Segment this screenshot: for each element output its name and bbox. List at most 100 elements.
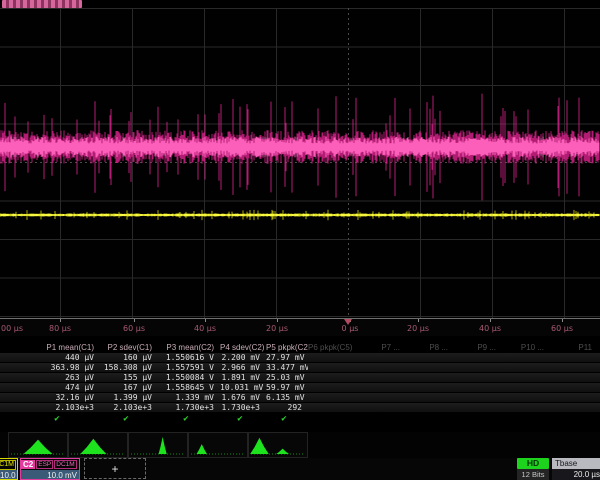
waveform-display[interactable] — [0, 8, 600, 318]
axis-tick — [60, 319, 61, 322]
measurement-value: 2.103e+3 — [100, 403, 158, 412]
measurement-value: 292 — [266, 403, 308, 412]
status-check-icon: ✔ — [100, 414, 158, 424]
axis-tick — [490, 319, 491, 322]
parameter-header[interactable]: P4 sdev(C2) — [220, 343, 266, 352]
cropped-label — [2, 0, 82, 8]
status-bar: DC1M 10.0 mV C2 ESP DC1M 10.0 mV + HD 12… — [0, 458, 600, 480]
measurement-table: P1 mean(C1)P2 sdev(C1)P3 mean(C2)P4 sdev… — [0, 341, 600, 425]
parameter-histicon[interactable] — [128, 432, 188, 458]
measurement-value: 1.550616 V — [158, 353, 220, 362]
c1-vertical-scale: 10.0 mV — [0, 470, 17, 480]
time-axis-label: 0 µs — [342, 324, 359, 333]
time-axis-label: 20 µs — [266, 324, 288, 333]
parameter-header[interactable]: P8 ... — [406, 343, 454, 352]
parameter-header[interactable]: P11 — [550, 343, 598, 352]
table-row: ✔✔✔✔✔ — [0, 413, 600, 425]
parameter-header[interactable]: P10 ... — [502, 343, 550, 352]
axis-tick — [277, 319, 278, 322]
table-row: 440 µV160 µV1.550616 V2.200 mV27.97 mV — [0, 353, 600, 362]
table-row: 2.103e+32.103e+31.730e+31.730e+3292 — [0, 403, 600, 412]
oscilloscope-screen: 00 µs 80 µs 60 µs 40 µs 20 µs 0 µs 20 µs 40 µs 6… — [0, 0, 600, 480]
measurement-value: 2.966 mV — [220, 363, 266, 372]
c2-coupling-tag: DC1M — [54, 460, 76, 470]
time-axis-label: 40 µs — [479, 324, 501, 333]
time-axis-label: 80 µs — [49, 324, 71, 333]
parameter-histicon[interactable] — [188, 432, 248, 458]
time-axis-label: 60 µs — [551, 324, 573, 333]
table-row: 363.98 µV158.308 µV1.557591 V2.966 mV33.… — [0, 363, 600, 372]
measurement-value: 1.730e+3 — [220, 403, 266, 412]
parameter-header[interactable]: P6 pkpk(C5) — [308, 343, 358, 352]
measurement-value: 33.477 mV — [266, 363, 308, 372]
timebase-descriptor[interactable]: Tbase 20.0 µs — [552, 458, 600, 480]
measurement-value: 1.891 mV — [220, 373, 266, 382]
measurement-value: 1.558645 V — [158, 383, 220, 392]
measurement-value: 160 µV — [100, 353, 158, 362]
channel-c2-descriptor[interactable]: C2 ESP DC1M 10.0 mV — [20, 458, 80, 480]
axis-tick — [205, 319, 206, 322]
add-trace-button[interactable]: + — [84, 458, 146, 479]
measurement-value: 1.557591 V — [158, 363, 220, 372]
c2-vertical-scale: 10.0 mV — [21, 470, 79, 480]
time-axis-label: 60 µs — [123, 324, 145, 333]
status-check-icon: ✔ — [20, 414, 100, 424]
histicon-strip — [0, 432, 600, 458]
time-axis-label: 00 µs — [1, 324, 23, 333]
c2-label: C2 — [21, 460, 35, 469]
measurement-value: 1.399 µV — [100, 393, 158, 402]
table-row: P1 mean(C1)P2 sdev(C1)P3 mean(C2)P4 sdev… — [0, 341, 600, 353]
parameter-histicon[interactable] — [68, 432, 128, 458]
measurement-value: 167 µV — [100, 383, 158, 392]
status-check-icon: ✔ — [266, 414, 308, 424]
time-axis-label: 40 µs — [194, 324, 216, 333]
measurement-value: 474 µV — [20, 383, 100, 392]
c2-esp-tag: ESP — [36, 460, 53, 470]
parameter-header[interactable]: P2 sdev(C1) — [100, 343, 158, 352]
parameter-header[interactable]: P5 pkpk(C2) — [266, 343, 308, 352]
channel-c1-descriptor[interactable]: DC1M 10.0 mV — [0, 458, 18, 480]
timebase-title: Tbase — [552, 458, 600, 469]
measurement-value: 158.308 µV — [100, 363, 158, 372]
measurement-value: 363.98 µV — [20, 363, 100, 372]
axis-tick — [562, 319, 563, 322]
parameter-header[interactable]: P9 ... — [454, 343, 502, 352]
waveform-grid — [0, 8, 600, 318]
c1-coupling-tag: DC1M — [0, 460, 16, 470]
table-row: 32.16 µV1.399 µV1.339 mV1.676 mV6.135 mV — [0, 393, 600, 402]
measurement-value: 2.103e+3 — [20, 403, 100, 412]
measurement-value: 27.97 mV — [266, 353, 308, 362]
measurement-value: 1.730e+3 — [158, 403, 220, 412]
measurement-value: 440 µV — [20, 353, 100, 362]
parameter-histicon[interactable] — [248, 432, 308, 458]
status-check-icon: ✔ — [220, 414, 266, 424]
timebase-scale: 20.0 µs — [552, 469, 600, 480]
hd-badge: HD — [517, 458, 549, 469]
parameter-header[interactable]: P3 mean(C2) — [158, 343, 220, 352]
axis-tick — [418, 319, 419, 322]
time-axis[interactable]: 00 µs 80 µs 60 µs 40 µs 20 µs 0 µs 20 µs 40 µs 6… — [0, 318, 600, 336]
axis-tick — [134, 319, 135, 322]
measurement-value: 1.339 mV — [158, 393, 220, 402]
parameter-header[interactable]: P7 ... — [358, 343, 406, 352]
parameter-header[interactable]: P1 mean(C1) — [20, 343, 100, 352]
measurement-value: 263 µV — [20, 373, 100, 382]
measurement-value: 1.676 mV — [220, 393, 266, 402]
measurement-value: 2.200 mV — [220, 353, 266, 362]
measurement-value: 32.16 µV — [20, 393, 100, 402]
hd-bits-label: 12 Bits — [517, 469, 549, 480]
measurement-value: 155 µV — [100, 373, 158, 382]
measurement-value: 10.031 mV — [220, 383, 266, 392]
table-row: 263 µV155 µV1.550084 V1.891 mV25.03 mV — [0, 373, 600, 382]
measurement-value: 25.03 mV — [266, 373, 308, 382]
measurement-value: 59.97 mV — [266, 383, 308, 392]
plus-icon: + — [111, 462, 118, 476]
hd-indicator[interactable]: HD 12 Bits — [517, 458, 549, 480]
parameter-histicon[interactable] — [8, 432, 68, 458]
measurement-value: 6.135 mV — [266, 393, 308, 402]
time-axis-label: 20 µs — [407, 324, 429, 333]
measurement-value: 1.550084 V — [158, 373, 220, 382]
trigger-position-marker[interactable] — [344, 319, 352, 325]
status-check-icon: ✔ — [158, 414, 220, 424]
table-row: 474 µV167 µV1.558645 V10.031 mV59.97 mV — [0, 383, 600, 392]
